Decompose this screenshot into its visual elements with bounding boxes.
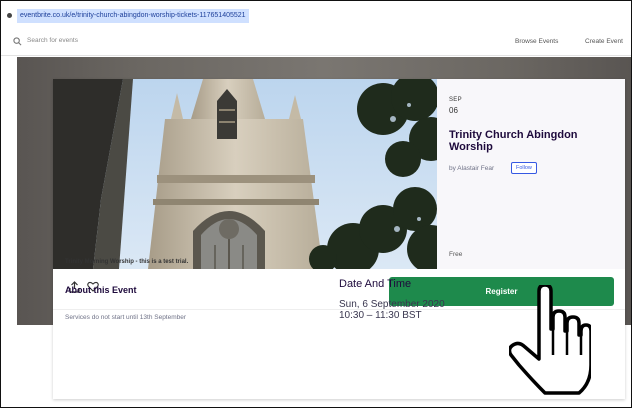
- event-summary-text: Trinity Morning Worship - this is a test…: [65, 259, 189, 265]
- organizer-name[interactable]: by Alastair Fear: [449, 165, 494, 172]
- event-time-line: 10:30 – 11:30 BST: [339, 310, 422, 321]
- event-hero-image: [53, 79, 437, 269]
- event-title: Trinity Church Abingdon Worship: [449, 129, 578, 153]
- browser-window: eventbrite.co.uk/e/trinity-church-abingd…: [0, 0, 632, 408]
- nav-create-event[interactable]: Create Event: [585, 38, 623, 45]
- lock-icon: [7, 13, 12, 18]
- search-icon[interactable]: [13, 37, 22, 46]
- date-time-heading: Date And Time: [339, 278, 412, 290]
- event-date-month: SEP: [449, 97, 462, 103]
- event-info-panel: SEP 06 Trinity Church Abingdon Worship b…: [437, 79, 625, 269]
- address-bar[interactable]: eventbrite.co.uk/e/trinity-church-abingd…: [5, 9, 627, 23]
- event-price: Free: [449, 251, 463, 258]
- search-input[interactable]: Search for events: [27, 37, 78, 44]
- event-date-day: 06: [449, 106, 458, 115]
- follow-button[interactable]: Follow: [511, 162, 537, 174]
- site-header: Search for events Browse Events Create E…: [1, 29, 631, 56]
- event-date-line: Sun, 6 September 2020: [339, 299, 445, 310]
- url-text[interactable]: eventbrite.co.uk/e/trinity-church-abingd…: [17, 9, 249, 23]
- hand-pointer-icon: [509, 285, 591, 395]
- about-text: Services do not start until 13th Septemb…: [65, 314, 187, 321]
- about-heading: About this Event: [65, 285, 137, 295]
- nav-browse-events[interactable]: Browse Events: [515, 38, 558, 45]
